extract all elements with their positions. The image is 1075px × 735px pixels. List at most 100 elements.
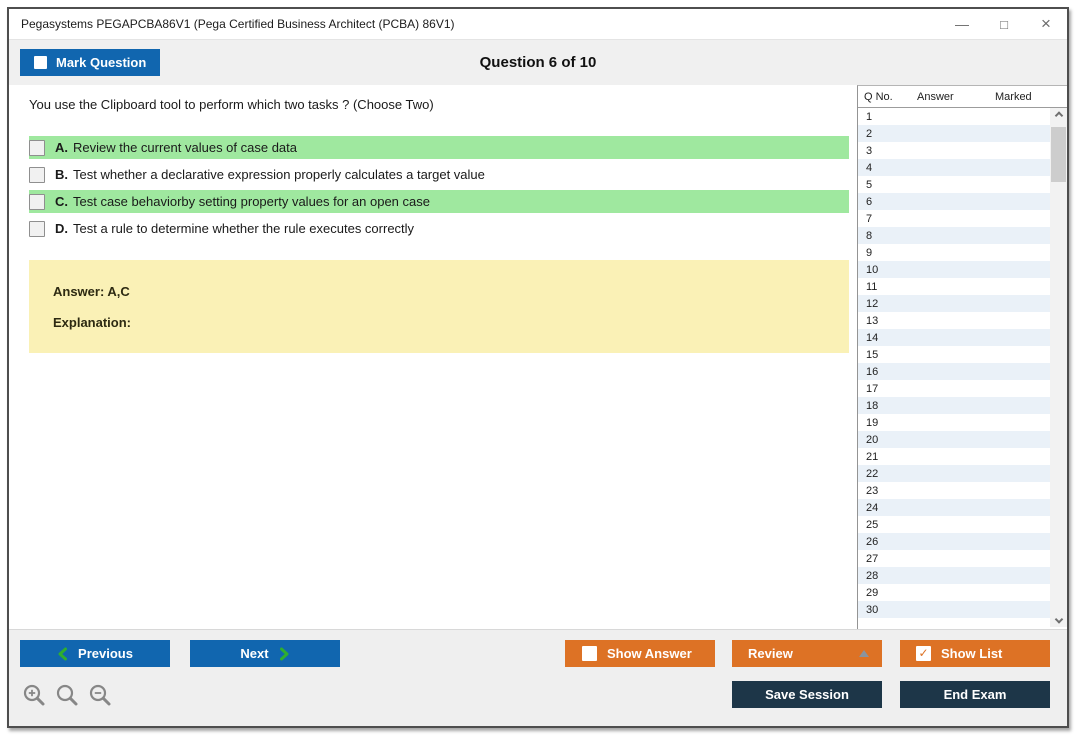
save-session-label: Save Session: [765, 687, 849, 702]
question-number: 2: [866, 128, 872, 140]
show-list-button[interactable]: ✓ Show List: [900, 640, 1050, 667]
question-list-row[interactable]: 15: [858, 346, 1050, 363]
end-exam-button[interactable]: End Exam: [900, 681, 1050, 708]
question-number: 14: [866, 332, 878, 344]
show-answer-button[interactable]: Show Answer: [565, 640, 715, 667]
window-controls: — □ ×: [941, 9, 1067, 39]
question-list-row[interactable]: 29: [858, 584, 1050, 601]
question-list-row[interactable]: 12: [858, 295, 1050, 312]
options-list: A.Review the current values of case data…: [29, 136, 849, 240]
question-number: 4: [866, 162, 872, 174]
question-list-scrollbar[interactable]: [1050, 108, 1067, 627]
column-header-qno: Q No.: [864, 91, 917, 103]
previous-button[interactable]: Previous: [20, 640, 170, 667]
maximize-button[interactable]: □: [983, 9, 1025, 39]
show-answer-checkbox-icon[interactable]: [582, 646, 597, 661]
option-checkbox[interactable]: [29, 140, 45, 156]
question-counter: Question 6 of 10: [9, 54, 1067, 71]
main-area: You use the Clipboard tool to perform wh…: [9, 85, 1067, 629]
review-button[interactable]: Review: [732, 640, 882, 667]
question-list-row[interactable]: 7: [858, 210, 1050, 227]
scroll-up-button[interactable]: [1050, 109, 1067, 125]
scroll-down-button[interactable]: [1050, 610, 1067, 626]
question-list-row[interactable]: 26: [858, 533, 1050, 550]
close-button[interactable]: ×: [1025, 9, 1067, 39]
zoom-out-icon[interactable]: [88, 683, 112, 707]
question-number: 22: [866, 468, 878, 480]
window-title: Pegasystems PEGAPCBA86V1 (Pega Certified…: [21, 17, 455, 31]
question-list-row[interactable]: 14: [858, 329, 1050, 346]
question-number: 29: [866, 587, 878, 599]
scroll-up-icon: [1054, 111, 1062, 119]
question-list-row[interactable]: 19: [858, 414, 1050, 431]
question-list-row[interactable]: 25: [858, 516, 1050, 533]
question-list-row[interactable]: 24: [858, 499, 1050, 516]
mark-question-label: Mark Question: [56, 55, 146, 70]
option-checkbox[interactable]: [29, 167, 45, 183]
mark-question-button[interactable]: Mark Question: [20, 49, 160, 76]
question-number: 28: [866, 570, 878, 582]
explanation-label: Explanation:: [53, 315, 849, 330]
question-list-row[interactable]: 11: [858, 278, 1050, 295]
question-text: You use the Clipboard tool to perform wh…: [29, 97, 857, 112]
column-header-marked: Marked: [995, 91, 1067, 103]
question-list-row[interactable]: 8: [858, 227, 1050, 244]
question-number: 5: [866, 179, 872, 191]
scroll-down-icon: [1054, 615, 1062, 623]
mark-question-checkbox-icon[interactable]: [34, 56, 47, 69]
question-list-row[interactable]: 18: [858, 397, 1050, 414]
scrollbar-thumb[interactable]: [1051, 127, 1066, 182]
question-number: 20: [866, 434, 878, 446]
question-list-row[interactable]: 30: [858, 601, 1050, 618]
option-letter: C.: [55, 194, 68, 209]
close-icon: ×: [1041, 14, 1051, 34]
option-letter: B.: [55, 167, 68, 182]
question-list-row[interactable]: 6: [858, 193, 1050, 210]
question-list-row[interactable]: 3: [858, 142, 1050, 159]
question-number: 25: [866, 519, 878, 531]
question-list-row[interactable]: 21: [858, 448, 1050, 465]
answer-option[interactable]: A.Review the current values of case data: [29, 136, 849, 159]
question-list-row[interactable]: 27: [858, 550, 1050, 567]
option-checkbox[interactable]: [29, 194, 45, 210]
question-list-row[interactable]: 10: [858, 261, 1050, 278]
question-list-row[interactable]: 23: [858, 482, 1050, 499]
footer-bar: Previous Next Show Answer Review ✓ Show …: [9, 629, 1067, 726]
question-number: 16: [866, 366, 878, 378]
question-number: 11: [866, 281, 877, 293]
question-list-row[interactable]: 16: [858, 363, 1050, 380]
question-number: 8: [866, 230, 872, 242]
question-number: 13: [866, 315, 878, 327]
question-number: 30: [866, 604, 878, 616]
minimize-button[interactable]: —: [941, 9, 983, 39]
question-list-row[interactable]: 4: [858, 159, 1050, 176]
question-list-row[interactable]: 17: [858, 380, 1050, 397]
question-list-row[interactable]: 20: [858, 431, 1050, 448]
question-list-rows: 1234567891011121314151617181920212223242…: [858, 108, 1050, 629]
column-header-answer: Answer: [917, 91, 995, 103]
question-number: 15: [866, 349, 878, 361]
answer-label: Answer: A,C: [53, 284, 849, 299]
question-list-row[interactable]: 13: [858, 312, 1050, 329]
zoom-controls: [22, 683, 112, 707]
previous-label: Previous: [78, 646, 133, 661]
next-button[interactable]: Next: [190, 640, 340, 667]
answer-option[interactable]: B.Test whether a declarative expression …: [29, 163, 849, 186]
zoom-in-icon[interactable]: [22, 683, 46, 707]
header-strip: Mark Question Question 6 of 10: [9, 39, 1067, 85]
answer-option[interactable]: C.Test case behaviorby setting property …: [29, 190, 849, 213]
question-list-row[interactable]: 22: [858, 465, 1050, 482]
question-number: 26: [866, 536, 878, 548]
question-list-row[interactable]: 2: [858, 125, 1050, 142]
question-list-row[interactable]: 1: [858, 108, 1050, 125]
show-list-checkbox-icon[interactable]: ✓: [916, 646, 931, 661]
question-list-row[interactable]: 28: [858, 567, 1050, 584]
answer-option[interactable]: D.Test a rule to determine whether the r…: [29, 217, 849, 240]
answer-box: Answer: A,C Explanation:: [29, 260, 849, 353]
option-checkbox[interactable]: [29, 221, 45, 237]
save-session-button[interactable]: Save Session: [732, 681, 882, 708]
question-list-row[interactable]: 9: [858, 244, 1050, 261]
zoom-reset-icon[interactable]: [55, 683, 79, 707]
question-list-row[interactable]: 5: [858, 176, 1050, 193]
option-text: Test a rule to determine whether the rul…: [73, 221, 414, 236]
